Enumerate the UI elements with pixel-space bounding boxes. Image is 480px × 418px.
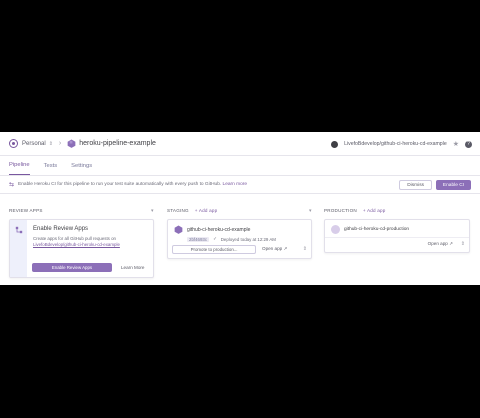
review-apps-body: Enable Review Apps Create apps for all G… — [27, 220, 153, 277]
production-divider — [325, 237, 469, 238]
staging-add-app-link[interactable]: + Add app — [195, 208, 218, 213]
tab-settings[interactable]: Settings — [71, 163, 92, 175]
production-add-app-link[interactable]: + Add app — [363, 208, 386, 213]
ci-banner-message: Enable Heroku CI for this pipeline to ru… — [18, 182, 247, 187]
production-app-menu-icon[interactable]: ⇕ — [461, 241, 465, 247]
staging-open-app-link[interactable]: Open app ↗ — [262, 246, 287, 252]
staging-header: STAGING + Add app — [167, 208, 217, 213]
ci-banner-text: Enable Heroku CI for this pipeline to ru… — [18, 182, 222, 187]
star-icon[interactable]: ★ — [453, 140, 459, 148]
staging-app-menu-icon[interactable]: ⇕ — [303, 246, 307, 252]
account-switcher[interactable]: Personal — [22, 141, 46, 147]
account-avatar-icon[interactable] — [9, 139, 18, 148]
review-learn-more-link[interactable]: Learn More — [121, 265, 145, 270]
pipeline-columns: REVIEW APPS ▾ STAGING + Add app ▾ PRODUC… — [9, 208, 471, 278]
pipeline-title: heroku-pipeline-example — [79, 140, 156, 147]
review-apps-repo-link[interactable]: LivefoBdevelop/github-ci-heroku-cd-examp… — [33, 242, 147, 248]
staging-caret-icon[interactable]: ▾ — [309, 208, 312, 214]
review-apps-card: Enable Review Apps Create apps for all G… — [9, 219, 154, 278]
production-title: PRODUCTION — [324, 208, 357, 213]
github-repo-link[interactable]: LivefoBdevelop/github-ci-heroku-cd-examp… — [344, 141, 447, 147]
staging-app-line: github-ci-heroku-cd-example — [174, 225, 305, 234]
pipeline-tabs: Pipeline Tests Settings — [0, 156, 480, 176]
staging-open-app-label: Open app — [262, 246, 283, 251]
top-bar: Personal ⇕ › heroku-pipeline-example Liv… — [0, 132, 480, 156]
review-apps-side — [10, 220, 27, 277]
enable-ci-button[interactable]: Enable CI — [435, 180, 471, 190]
branch-icon — [15, 226, 22, 234]
production-app-card: github-ci-heroku-cd-production Open app … — [324, 219, 470, 253]
promote-button[interactable]: Promote to production... — [172, 245, 256, 254]
review-caret-icon[interactable]: ▾ — [151, 208, 154, 214]
review-apps-card-title: Enable Review Apps — [33, 226, 89, 232]
review-apps-header: REVIEW APPS — [9, 208, 43, 213]
enable-review-apps-button[interactable]: Enable Review Apps — [32, 263, 112, 272]
commit-hash[interactable]: 2bf4693c — [187, 236, 210, 242]
chevron-updown-icon[interactable]: ⇕ — [49, 141, 53, 147]
pipeline-hex-icon — [67, 139, 76, 148]
app-hex-icon — [174, 225, 183, 234]
staging-title: STAGING — [167, 208, 189, 213]
app-window: Personal ⇕ › heroku-pipeline-example Liv… — [0, 132, 480, 285]
ci-banner: ⇆ Enable Heroku CI for this pipeline to … — [0, 176, 480, 194]
production-header: PRODUCTION + Add app — [324, 208, 386, 213]
review-apps-title: REVIEW APPS — [9, 208, 43, 213]
dismiss-button[interactable]: Dismiss — [399, 180, 432, 190]
external-link-icon: ↗ — [283, 246, 288, 251]
staging-add-app-label: Add app — [198, 208, 218, 213]
production-open-app-label: Open app — [427, 241, 448, 246]
staging-deploy-info: 2bf4693c ✓ Deployed today at 12:29 AM — [187, 236, 305, 242]
breadcrumb-separator-icon: › — [58, 140, 62, 147]
production-open-app-link[interactable]: Open app ↗ — [428, 241, 453, 247]
review-apps-description: Create apps for all GitHub pull requests… — [33, 236, 147, 248]
external-link-icon: ↗ — [449, 241, 453, 246]
check-icon: ✓ — [213, 236, 217, 241]
help-icon[interactable]: ? — [465, 140, 472, 148]
tab-tests[interactable]: Tests — [44, 163, 58, 175]
ci-learn-more-link[interactable]: Learn more — [223, 182, 248, 187]
deploy-time: Deployed today at 12:29 AM — [220, 236, 276, 242]
tab-pipeline[interactable]: Pipeline — [9, 162, 30, 175]
production-app-icon — [331, 225, 340, 234]
production-app-line: github-ci-heroku-cd-production — [331, 225, 463, 234]
github-icon — [331, 140, 339, 148]
staging-app-card: github-ci-heroku-cd-example 2bf4693c ✓ D… — [167, 219, 312, 259]
staging-app-name[interactable]: github-ci-heroku-cd-example — [187, 227, 250, 233]
production-add-app-label: Add app — [367, 208, 386, 213]
production-app-name[interactable]: github-ci-heroku-cd-production — [344, 227, 409, 232]
ci-info-icon: ⇆ — [9, 182, 15, 188]
